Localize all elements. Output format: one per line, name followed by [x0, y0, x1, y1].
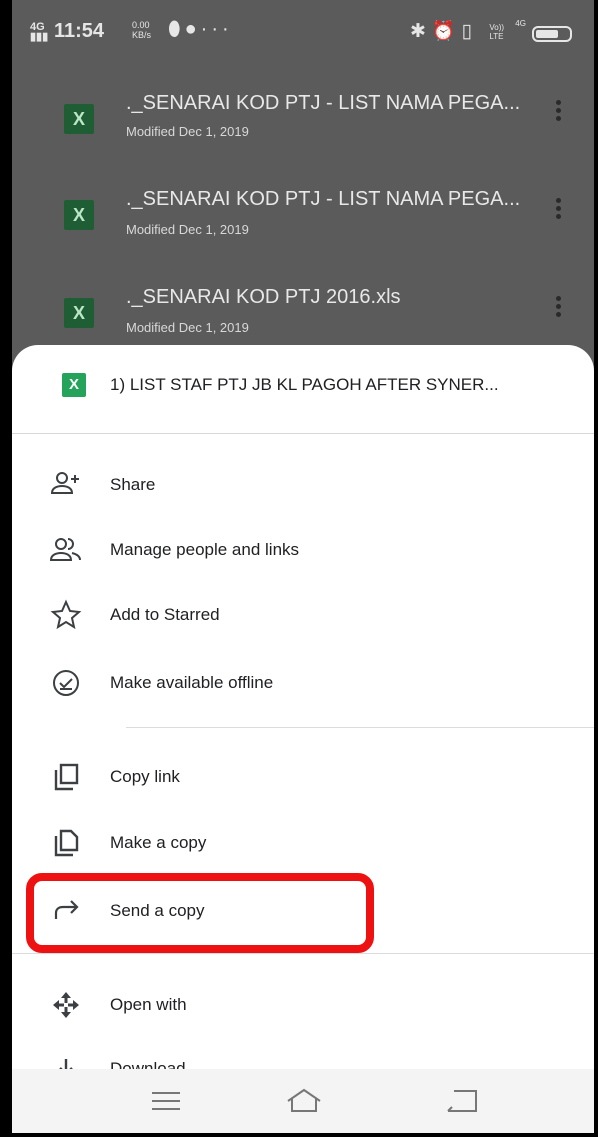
file-row[interactable]: X ._SENARAI KOD PTJ - LIST NAMA PEGA... …	[12, 182, 594, 282]
menu-item-manage-people[interactable]: Manage people and links	[12, 520, 594, 580]
more-vert-icon[interactable]	[556, 198, 562, 222]
circle-icon: ●	[184, 18, 201, 40]
system-nav-bar	[12, 1069, 594, 1133]
menu-label: Make available offline	[110, 673, 274, 692]
alarm-icon: ⏰	[431, 21, 462, 42]
menu-label: Share	[110, 475, 156, 494]
menu-icon[interactable]	[146, 1087, 186, 1115]
menu-item-add-starred[interactable]: Add to Starred	[12, 585, 594, 645]
bluetooth-icon: ✱	[410, 21, 432, 42]
actions-bottom-sheet: X 1) LIST STAF PTJ JB KL PAGOH AFTER SYN…	[12, 345, 594, 1133]
back-icon[interactable]	[440, 1087, 480, 1115]
copy-link-icon	[54, 763, 79, 791]
home-icon[interactable]	[284, 1087, 324, 1115]
menu-item-download[interactable]: Download	[12, 1043, 594, 1069]
status-bar: 4G ▮▮▮ 11:54 0.00 KB/s ⬮●··· ✱⏰▯ Vo)) LTE 4…	[12, 0, 594, 62]
lte-gen: 4G	[515, 19, 526, 28]
download-icon	[59, 1059, 73, 1069]
more-vert-icon[interactable]	[556, 296, 562, 320]
lte-icon: Vo)) LTE	[489, 22, 505, 41]
offline-check-icon	[53, 670, 79, 696]
status-time: 11:54	[54, 20, 105, 42]
battery-icon	[532, 26, 572, 42]
menu-label: Copy link	[110, 767, 180, 786]
file-row[interactable]: X ._SENARAI KOD PTJ - LIST NAMA PEGA... …	[12, 82, 594, 182]
file-copy-icon	[54, 829, 79, 857]
vibrate-icon: ▯	[461, 21, 479, 42]
more-icon: ···	[200, 18, 233, 40]
more-vert-icon[interactable]	[556, 100, 562, 124]
leaf-icon: ⬮	[168, 18, 185, 40]
divider	[126, 727, 594, 728]
menu-item-open-with[interactable]: Open with	[12, 975, 594, 1035]
sheet-header: X 1) LIST STAF PTJ JB KL PAGOH AFTER SYN…	[12, 345, 594, 434]
open-with-icon	[53, 992, 79, 1018]
person-add-icon	[50, 472, 79, 494]
signal-icon: 4G ▮▮▮	[30, 21, 49, 43]
menu-item-copy-link[interactable]: Copy link	[12, 747, 594, 807]
menu-label: Manage people and links	[110, 540, 300, 559]
divider	[12, 953, 594, 954]
file-modified: Modified Dec 1, 2019	[126, 124, 249, 139]
file-modified: Modified Dec 1, 2019	[126, 320, 249, 335]
highlight-box	[26, 873, 374, 953]
excel-file-icon: X	[64, 200, 94, 230]
sheet-file-title: 1) LIST STAF PTJ JB KL PAGOH AFTER SYNER…	[110, 375, 499, 394]
menu-label: Make a copy	[110, 833, 207, 852]
menu-label: Add to Starred	[110, 605, 220, 624]
menu-item-share[interactable]: Share	[12, 455, 594, 515]
file-name: ._SENARAI KOD PTJ - LIST NAMA PEGA...	[126, 188, 521, 210]
menu-item-make-copy[interactable]: Make a copy	[12, 813, 594, 873]
net-speed: 0.00 KB/s	[132, 20, 152, 40]
menu-label: Download	[110, 1059, 186, 1069]
excel-file-icon: X	[64, 104, 94, 134]
system-icons: ✱⏰▯ Vo)) LTE 4G	[410, 19, 526, 43]
people-icon	[50, 538, 81, 561]
excel-file-icon: X	[62, 373, 86, 397]
excel-file-icon: X	[64, 298, 94, 328]
file-name: ._SENARAI KOD PTJ - LIST NAMA PEGA...	[126, 92, 521, 114]
menu-item-offline[interactable]: Make available offline	[12, 653, 594, 713]
phone-screen: 4G ▮▮▮ 11:54 0.00 KB/s ⬮●··· ✱⏰▯ Vo)) LTE 4…	[12, 0, 598, 1133]
notification-icons: ⬮●···	[168, 18, 233, 41]
star-icon	[50, 599, 82, 630]
file-modified: Modified Dec 1, 2019	[126, 222, 249, 237]
menu-label: Open with	[110, 995, 187, 1014]
file-name: ._SENARAI KOD PTJ 2016.xls	[126, 286, 401, 308]
